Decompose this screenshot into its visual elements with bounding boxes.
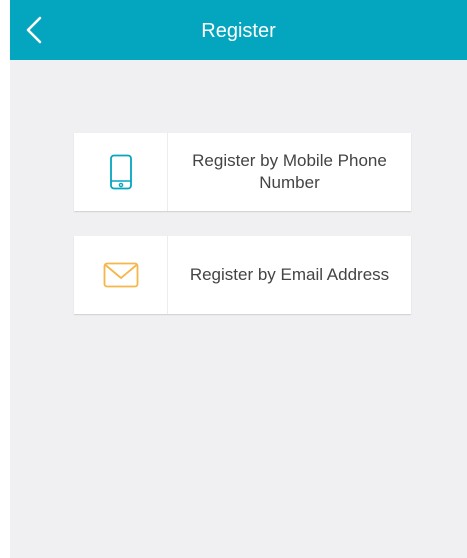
- option-icon-cell: [74, 236, 168, 314]
- register-by-phone-button[interactable]: Register by Mobile Phone Number: [74, 133, 411, 211]
- mobile-phone-icon: [109, 154, 132, 190]
- register-by-email-button[interactable]: Register by Email Address: [74, 236, 411, 314]
- envelope-icon: [103, 262, 138, 288]
- register-by-phone-label: Register by Mobile Phone Number: [192, 151, 387, 192]
- register-screen: Register Register by Mobile Phone Number…: [10, 0, 467, 558]
- register-by-email-label: Register by Email Address: [189, 265, 390, 284]
- page-title: Register: [201, 20, 276, 42]
- app-header: Register: [10, 0, 467, 60]
- option-icon-cell: [74, 133, 168, 211]
